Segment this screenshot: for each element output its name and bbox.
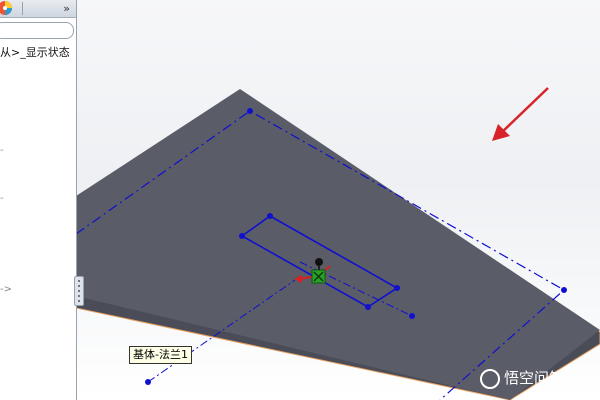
sketch-point[interactable] (267, 213, 273, 219)
toolbar-divider (22, 2, 23, 15)
color-wheel-icon[interactable] (0, 0, 18, 17)
sketch-point[interactable] (365, 304, 371, 310)
sketch-point[interactable] (247, 108, 253, 114)
tree-marker: - (0, 145, 4, 156)
feature-manager-panel[interactable]: » 从>_显示状态 - - -> (0, 0, 77, 400)
sketch-point[interactable] (394, 285, 400, 291)
tree-marker: -> (0, 284, 12, 295)
chevron-right-double-icon[interactable]: » (63, 0, 70, 17)
sketch-point[interactable] (561, 287, 567, 293)
watermark-text: 悟空问答 (504, 369, 565, 387)
sketch-point[interactable] (239, 233, 245, 239)
feature-callout[interactable]: 基体-法兰1 (129, 346, 192, 364)
display-state-item[interactable]: 从>_显示状态 (0, 44, 70, 60)
watermark: 悟空问答 (480, 366, 564, 390)
3d-model-view[interactable] (0, 0, 600, 400)
graphics-viewport[interactable]: 基体-法兰1 悟空问答 (0, 0, 600, 400)
sketch-point[interactable] (145, 379, 151, 385)
watermark-logo-icon (480, 368, 500, 389)
sketch-point[interactable] (409, 313, 415, 319)
panel-toolbar: » (0, 0, 76, 18)
red-arrow-icon (492, 87, 549, 141)
tree-marker: - (0, 193, 4, 204)
tree-filter-input[interactable] (0, 22, 74, 39)
panel-splitter[interactable] (74, 276, 84, 306)
